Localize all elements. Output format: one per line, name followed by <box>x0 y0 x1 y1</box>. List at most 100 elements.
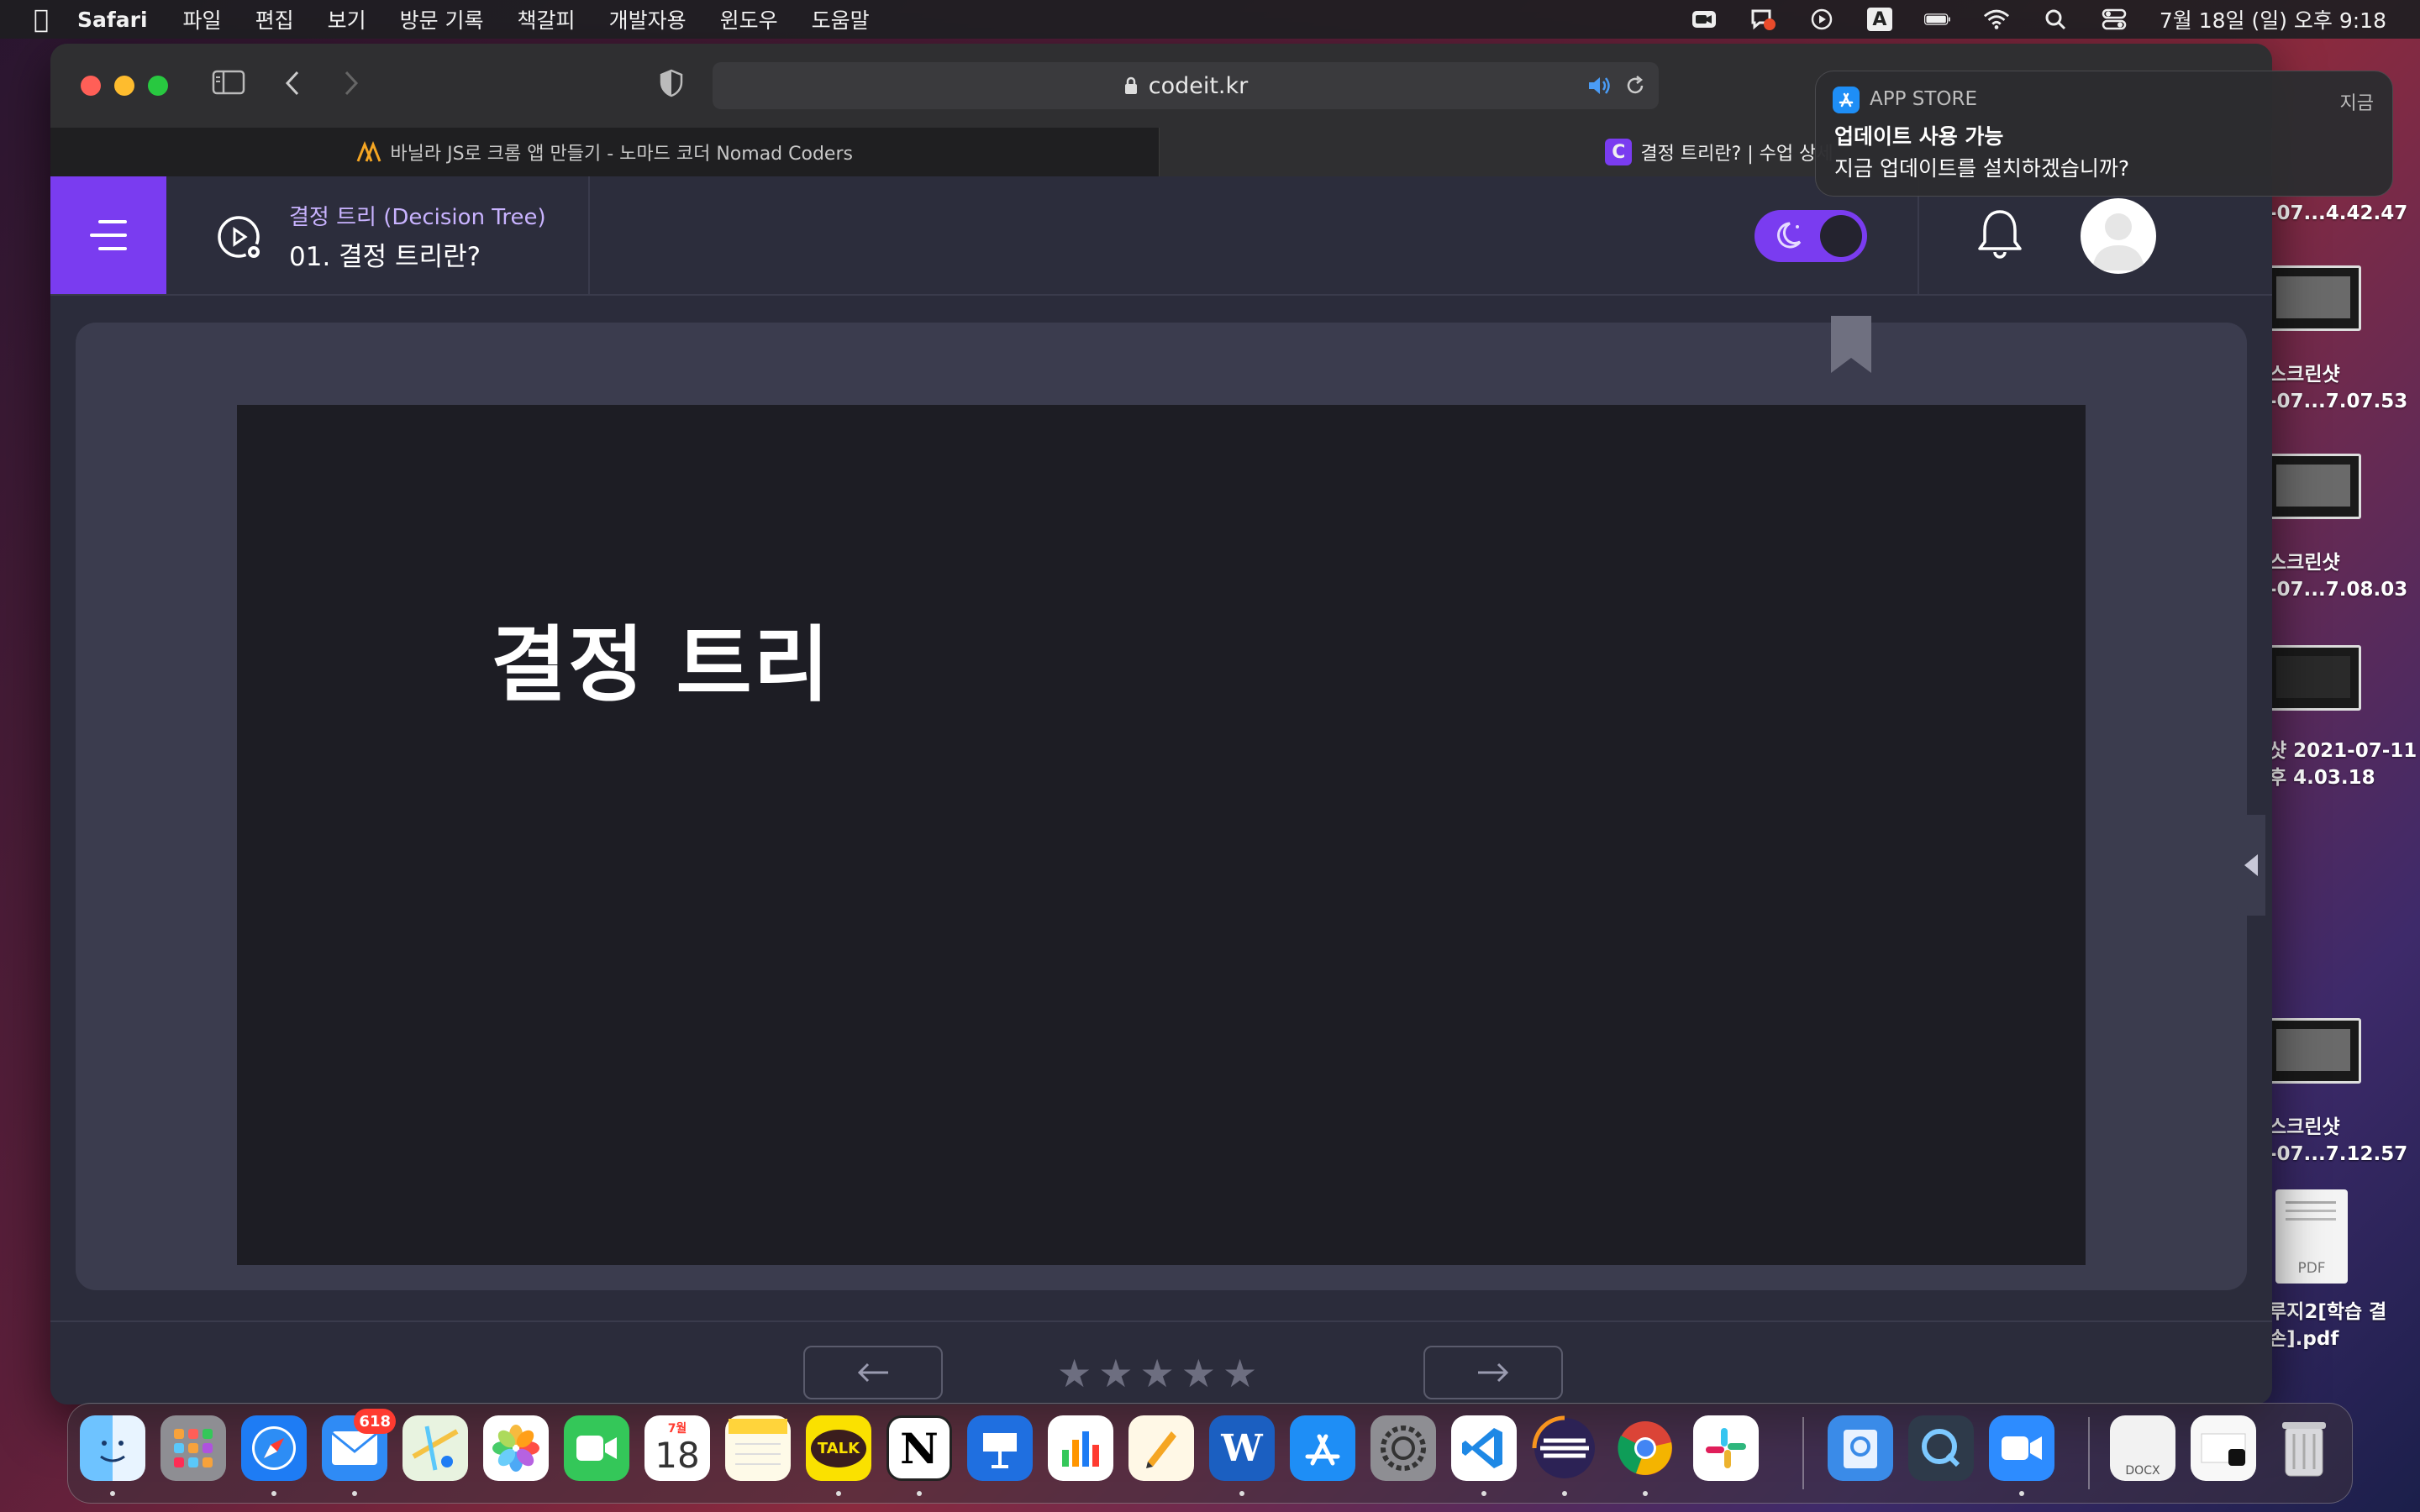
minimize-window-button[interactable] <box>114 76 134 96</box>
menu-app-name[interactable]: Safari <box>77 8 148 32</box>
privacy-shield-icon[interactable] <box>659 69 684 105</box>
desktop-file-thumbnail[interactable] <box>2269 645 2361 711</box>
bookmark-icon[interactable] <box>1828 316 1875 375</box>
quicktime-icon[interactable] <box>1908 1415 1974 1481</box>
notification-app-name: APP STORE <box>1870 88 1978 110</box>
maps-icon[interactable] <box>402 1415 468 1481</box>
vscode-icon[interactable] <box>1451 1415 1517 1481</box>
control-center-icon[interactable] <box>2101 8 2128 30</box>
menu-bookmarks[interactable]: 책갈피 <box>518 4 576 34</box>
nomad-coders-favicon <box>357 141 381 162</box>
numbers-icon[interactable] <box>1048 1415 1113 1481</box>
system-preferences-icon[interactable] <box>1370 1415 1436 1481</box>
facetime-icon[interactable] <box>564 1415 629 1481</box>
photos-icon[interactable] <box>483 1415 549 1481</box>
notes-icon[interactable] <box>725 1415 791 1481</box>
menu-view[interactable]: 보기 <box>328 4 366 34</box>
trash-icon[interactable] <box>2271 1415 2337 1481</box>
camera-status-icon[interactable] <box>1691 8 1718 30</box>
rating-star-icon[interactable]: ★ <box>1057 1351 1092 1396</box>
notion-icon[interactable]: N <box>886 1415 952 1481</box>
rating-stars[interactable]: ★ ★ ★ ★ ★ <box>1057 1351 1257 1396</box>
chat-status-icon[interactable] <box>1749 8 1776 30</box>
default-avatar-icon <box>2092 213 2144 270</box>
running-indicator <box>1481 1491 1486 1496</box>
dock-separator <box>1802 1417 1804 1489</box>
next-button[interactable] <box>1423 1346 1563 1399</box>
desktop-file-label[interactable]: 스크린샷 -07...7.12.57 <box>2269 1114 2420 1168</box>
rating-star-icon[interactable]: ★ <box>1181 1351 1216 1396</box>
keynote-icon[interactable] <box>967 1415 1033 1481</box>
pages-icon[interactable] <box>1128 1415 1194 1481</box>
input-source-icon[interactable]: A <box>1866 8 1892 31</box>
address-bar[interactable]: codeit.kr <box>713 62 1659 109</box>
mail-icon[interactable]: 618 <box>322 1409 396 1481</box>
calendar-icon[interactable]: 7월 18 <box>644 1415 710 1481</box>
notification-bell-icon[interactable] <box>1975 207 2025 262</box>
desktop-file-label[interactable]: 스크린샷 -07...7.08.03 <box>2269 549 2420 603</box>
menubar-clock[interactable]: 7월 18일 (일) 오후 9:18 <box>2160 4 2386 34</box>
wifi-icon[interactable] <box>1983 8 2010 30</box>
rating-star-icon[interactable]: ★ <box>1140 1351 1175 1396</box>
rating-star-icon[interactable]: ★ <box>1098 1351 1133 1396</box>
side-panel-toggle[interactable] <box>2237 815 2265 916</box>
chrome-icon[interactable] <box>1612 1415 1678 1481</box>
desktop-file-label[interactable]: 샷 2021-07-11 후 4.03.18 <box>2269 738 2420 791</box>
finder-icon[interactable] <box>80 1415 145 1481</box>
slack-icon[interactable] <box>1693 1415 1759 1481</box>
downloads-stack-icon[interactable] <box>2191 1415 2256 1481</box>
pdf-file-icon[interactable]: PDF <box>2275 1189 2348 1284</box>
menubar:  Safari 파일 편집 보기 방문 기록 책갈피 개발자용 윈도우 도움말… <box>0 0 2420 39</box>
docx-file-icon[interactable]: DOCX <box>2110 1415 2175 1481</box>
docx-label: DOCX <box>2125 1464 2160 1478</box>
dock: 618 7월 18 TALK N W DOCX <box>67 1403 2353 1504</box>
spotlight-search-icon[interactable] <box>2042 8 2069 30</box>
desktop-file-thumbnail[interactable] <box>2269 1018 2361 1084</box>
eclipse-icon[interactable] <box>1532 1415 1597 1481</box>
forward-button[interactable] <box>341 69 361 105</box>
running-indicator <box>917 1491 922 1496</box>
notification-title: 업데이트 사용 가능 <box>1834 124 2004 149</box>
previous-button[interactable] <box>803 1346 943 1399</box>
slide-heading: 결정 트리 <box>491 617 831 713</box>
reload-icon[interactable] <box>1623 74 1647 103</box>
rating-star-icon[interactable]: ★ <box>1223 1351 1257 1396</box>
launchpad-icon[interactable] <box>160 1415 226 1481</box>
tab-nomad-coders[interactable]: 바닐라 JS로 크롬 앱 만들기 - 노마드 코더 Nomad Coders <box>50 128 1160 176</box>
desktop-file-thumbnail[interactable] <box>2269 454 2361 519</box>
menu-develop[interactable]: 개발자용 <box>609 4 687 34</box>
arrow-right-icon <box>1478 1362 1509 1383</box>
dark-mode-toggle[interactable] <box>1754 210 1867 262</box>
menu-window[interactable]: 윈도우 <box>720 4 778 34</box>
battery-icon[interactable] <box>1923 8 1951 30</box>
menu-history[interactable]: 방문 기록 <box>400 4 484 34</box>
hamburger-menu-button[interactable] <box>50 176 166 294</box>
running-indicator <box>836 1491 841 1496</box>
menu-file[interactable]: 파일 <box>183 4 222 34</box>
notification-body: 지금 업데이트를 설치하겠습니까? <box>1834 156 2130 181</box>
menu-edit[interactable]: 편집 <box>255 4 294 34</box>
apple-menu-icon[interactable]:  <box>34 5 49 34</box>
zoom-icon[interactable] <box>1989 1415 2054 1481</box>
media-play-icon[interactable] <box>1808 8 1835 30</box>
desktop-file-label[interactable]: 스크린샷 -07...7.07.53 <box>2269 361 2420 415</box>
menu-help[interactable]: 도움말 <box>812 4 870 34</box>
back-button[interactable] <box>282 69 302 105</box>
zoom-window-button[interactable] <box>148 76 168 96</box>
app-store-dock-icon[interactable] <box>1290 1415 1355 1481</box>
sidebar-toggle-icon[interactable] <box>212 69 245 103</box>
talk-label: TALK <box>810 1429 867 1467</box>
header-divider <box>588 176 590 294</box>
desktop-file-label[interactable]: -07...4.42.47 <box>2269 200 2420 227</box>
safari-icon[interactable] <box>241 1415 307 1481</box>
kakaotalk-icon[interactable]: TALK <box>806 1415 871 1481</box>
user-avatar[interactable] <box>2081 198 2156 274</box>
close-window-button[interactable] <box>81 76 101 96</box>
preview-icon[interactable] <box>1828 1415 1893 1481</box>
app-store-notification[interactable]: APP STORE 지금 업데이트 사용 가능 지금 업데이트를 설치하겠습니까… <box>1815 71 2393 197</box>
arrow-left-icon <box>857 1362 888 1383</box>
desktop-file-label[interactable]: 루지2[학습 결 손].pdf <box>2269 1299 2420 1352</box>
desktop-file-thumbnail[interactable] <box>2269 265 2361 331</box>
word-icon[interactable]: W <box>1209 1415 1275 1481</box>
audio-playing-icon[interactable] <box>1586 74 1612 103</box>
